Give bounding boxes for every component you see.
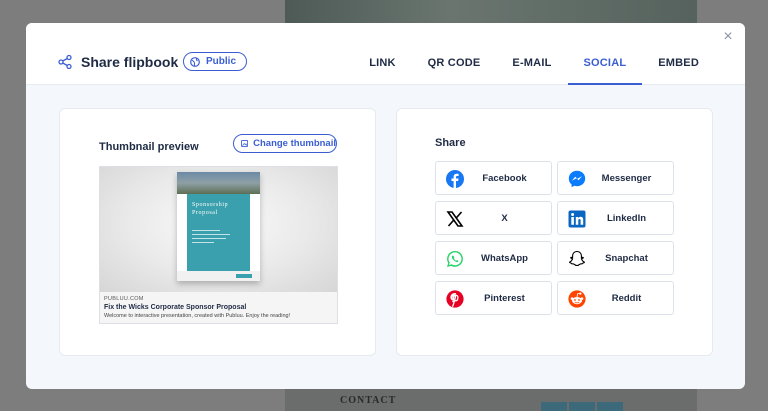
x-share-button[interactable]: X xyxy=(435,201,552,235)
booklet-cover: Sponsorship Proposal xyxy=(177,172,260,281)
booklet-photo xyxy=(177,172,260,194)
booklet-heading: Sponsorship Proposal xyxy=(192,201,228,217)
reddit-share-button[interactable]: Reddit xyxy=(557,281,674,315)
modal-header: Share flipbook Public LINK QR CODE E-MAI… xyxy=(26,23,745,85)
background-tiles xyxy=(541,402,623,411)
booklet-footer xyxy=(177,271,260,281)
booklet-text-line xyxy=(192,242,214,243)
thumbnail-preview-title: Thumbnail preview xyxy=(99,141,199,153)
booklet-text-line xyxy=(192,234,230,235)
preview-title: Fix the Wicks Corporate Sponsor Proposal xyxy=(104,304,247,311)
pinterest-icon xyxy=(446,290,464,308)
messenger-icon xyxy=(568,170,586,188)
booklet-text-line xyxy=(192,238,226,239)
booklet-heading-line2: Proposal xyxy=(192,210,218,216)
facebook-share-button[interactable]: Facebook xyxy=(435,161,552,195)
linkedin-share-button[interactable]: LinkedIn xyxy=(557,201,674,235)
linkedin-icon xyxy=(568,210,586,228)
tab-embed[interactable]: EMBED xyxy=(642,51,715,85)
share-panel: Share Facebook Messenger X LinkedIn What… xyxy=(396,108,713,356)
modal-title: Share flipbook xyxy=(81,54,179,70)
snapchat-icon xyxy=(569,250,585,267)
preview-meta: PUBLUU.COM Fix the Wicks Corporate Spons… xyxy=(104,296,290,319)
change-thumbnail-button[interactable]: Change thumbnail xyxy=(233,134,337,153)
preview-domain: PUBLUU.COM xyxy=(104,296,144,302)
share-modal: Share flipbook Public LINK QR CODE E-MAI… xyxy=(26,23,745,389)
whatsapp-share-button[interactable]: WhatsApp xyxy=(435,241,552,275)
messenger-share-button[interactable]: Messenger xyxy=(557,161,674,195)
tab-social[interactable]: SOCIAL xyxy=(567,51,643,85)
visibility-badge[interactable]: Public xyxy=(183,52,247,71)
pinterest-share-button[interactable]: Pinterest xyxy=(435,281,552,315)
preview-description: Welcome to interactive presentation, cre… xyxy=(104,313,291,319)
share-title: Share xyxy=(435,137,466,149)
share-icon xyxy=(58,55,72,69)
tab-qr-code[interactable]: QR CODE xyxy=(412,51,497,85)
tab-link[interactable]: LINK xyxy=(353,51,411,85)
share-tabs: LINK QR CODE E-MAIL SOCIAL EMBED xyxy=(353,51,715,85)
reddit-icon xyxy=(568,290,586,308)
visibility-badge-label: Public xyxy=(206,56,237,67)
change-thumbnail-label: Change thumbnail xyxy=(253,138,336,149)
whatsapp-icon xyxy=(447,251,463,267)
preview-image: Sponsorship Proposal xyxy=(100,167,337,292)
booklet-footer-bar xyxy=(236,274,252,278)
booklet-text-line xyxy=(192,230,220,231)
social-buttons-grid: Facebook Messenger X LinkedIn WhatsApp S… xyxy=(435,161,674,315)
link-preview-card: Sponsorship Proposal PUBLUU.COM Fix the … xyxy=(99,166,338,324)
close-icon[interactable]: × xyxy=(721,29,735,45)
image-icon xyxy=(241,140,249,147)
tab-e-mail[interactable]: E-MAIL xyxy=(496,51,567,85)
snapchat-share-button[interactable]: Snapchat xyxy=(557,241,674,275)
booklet-heading-line1: Sponsorship xyxy=(192,202,229,208)
globe-icon xyxy=(190,56,200,67)
thumbnail-panel: Thumbnail preview Change thumbnail Spons… xyxy=(59,108,376,356)
background-photo xyxy=(285,0,697,24)
facebook-icon xyxy=(446,170,464,188)
x-icon xyxy=(446,211,464,227)
background-contact-text: CONTACT xyxy=(340,395,397,406)
